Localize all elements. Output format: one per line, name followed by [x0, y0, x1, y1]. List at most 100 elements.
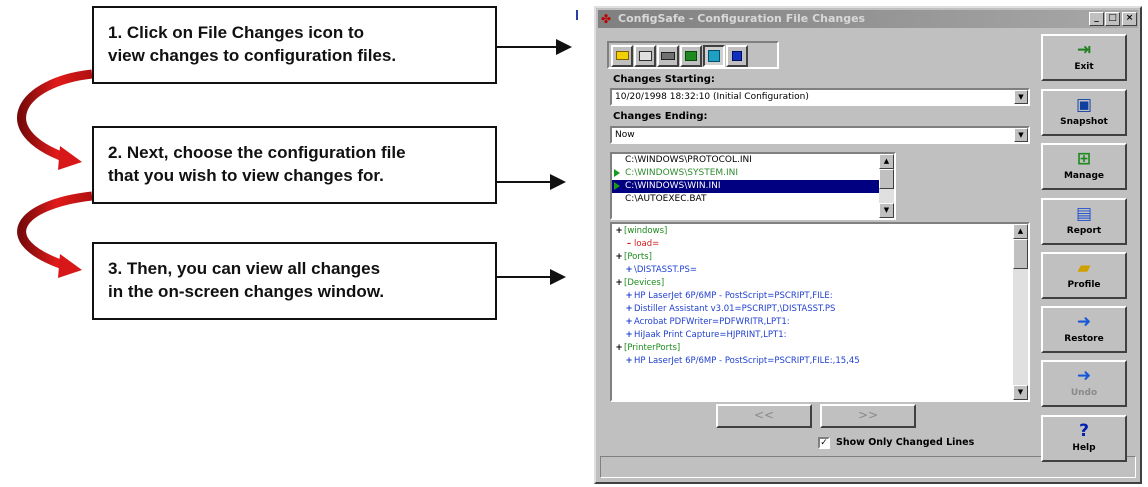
profile-button[interactable]: ▰ Profile — [1041, 252, 1127, 299]
scroll-up-icon[interactable]: ▲ — [879, 154, 894, 169]
printer-icon[interactable] — [634, 45, 656, 67]
changed-marker-icon — [614, 182, 620, 190]
button-label: Exit — [1074, 62, 1094, 72]
window-title: ConfigSafe - Configuration File Changes — [618, 12, 866, 25]
pointer-arrowhead-1 — [556, 39, 572, 55]
chevron-down-icon[interactable]: ▼ — [1014, 128, 1028, 142]
button-label: Restore — [1064, 334, 1104, 344]
undo-button[interactable]: ➜ Undo — [1041, 360, 1127, 407]
scroll-down-icon[interactable]: ▼ — [1013, 385, 1028, 400]
restore-button[interactable]: ➜ Restore — [1041, 306, 1127, 353]
change-line: +HiJaak Print Capture=HJPRINT,LPT1: — [612, 329, 1028, 342]
changes-starting-select[interactable]: 10/20/1998 18:32:10 (Initial Configurati… — [610, 88, 1030, 106]
change-line: +[Devices] — [612, 277, 1028, 290]
button-label: Profile — [1067, 280, 1101, 290]
change-text: \DISTASST.PS= — [634, 265, 697, 275]
scroll-thumb[interactable] — [1013, 239, 1028, 269]
added-marker-icon: + — [625, 330, 633, 340]
added-marker-icon: + — [625, 356, 633, 366]
added-marker-icon: + — [625, 291, 633, 301]
button-label: Snapshot — [1060, 117, 1108, 127]
changes-ending-label: Changes Ending: — [613, 111, 708, 122]
file-changes-icon[interactable] — [703, 45, 725, 67]
change-line: +HP LaserJet 6P/6MP - PostScript=PSCRIPT… — [612, 355, 1028, 368]
help-button[interactable]: ? Help — [1041, 415, 1127, 462]
close-button[interactable]: × — [1122, 12, 1137, 26]
keyboard-icon[interactable] — [657, 45, 679, 67]
network-icon[interactable] — [680, 45, 702, 67]
next-snapshot-button[interactable]: >> — [820, 404, 916, 428]
added-marker-icon: + — [615, 252, 623, 262]
network-icon: ⊞ — [1076, 149, 1092, 169]
change-line: +[windows] — [612, 225, 1028, 238]
change-line: +[PrinterPorts] — [612, 342, 1028, 355]
chevron-down-icon[interactable]: ▼ — [1014, 90, 1028, 104]
change-text: [Ports] — [624, 252, 652, 262]
pointer-arrowhead-3 — [550, 269, 566, 285]
changed-marker-icon — [614, 169, 620, 177]
previous-snapshot-button[interactable]: << — [716, 404, 812, 428]
report-icon: ▤ — [1075, 204, 1093, 224]
cursor-mark — [576, 10, 578, 20]
minimize-button[interactable]: _ — [1089, 12, 1104, 26]
manage-button[interactable]: ⊞ Manage — [1041, 143, 1127, 190]
scroll-thumb[interactable] — [879, 169, 894, 189]
restore-icon: ➜ — [1076, 312, 1092, 332]
camera-icon: ▣ — [1075, 95, 1093, 115]
scroll-up-icon[interactable]: ▲ — [1013, 224, 1028, 239]
file-list-item[interactable]: C:\AUTOEXEC.BAT — [612, 193, 894, 206]
show-only-changed-checkbox[interactable]: ✓ — [818, 437, 830, 449]
added-marker-icon: + — [625, 265, 633, 275]
file-name: C:\WINDOWS\WIN.INI — [625, 181, 721, 191]
file-name: C:\AUTOEXEC.BAT — [625, 194, 707, 204]
folder-icon[interactable] — [611, 45, 633, 67]
title-bar[interactable]: ✤ ConfigSafe - Configuration File Change… — [598, 10, 1138, 28]
maximize-button[interactable]: □ — [1105, 12, 1120, 26]
change-line: – load= — [612, 238, 1028, 251]
changes-ending-value: Now — [615, 130, 635, 140]
added-marker-icon: + — [625, 317, 633, 327]
report-button[interactable]: ▤ Report — [1041, 198, 1127, 245]
lock-icon[interactable] — [726, 45, 748, 67]
changes-ending-select[interactable]: Now ▼ — [610, 126, 1030, 144]
change-text: [PrinterPorts] — [624, 343, 681, 353]
file-list-item[interactable]: C:\WINDOWS\SYSTEM.INI — [612, 167, 894, 180]
file-name: C:\WINDOWS\SYSTEM.INI — [625, 168, 739, 178]
added-marker-icon: + — [615, 278, 623, 288]
show-only-changed-label: Show Only Changed Lines — [836, 437, 975, 448]
app-icon[interactable]: ✤ — [601, 13, 613, 25]
profile-icon: ▰ — [1077, 258, 1091, 278]
exit-icon: ⇥ — [1076, 40, 1092, 60]
toolbar — [607, 41, 779, 69]
undo-icon: ➜ — [1076, 366, 1092, 386]
changes-scrollbar[interactable]: ▲ ▼ — [1013, 224, 1028, 400]
added-marker-icon: + — [615, 226, 623, 236]
scroll-down-icon[interactable]: ▼ — [879, 203, 894, 218]
pointer-arrowhead-2 — [550, 174, 566, 190]
instruction-step-2: 2. Next, choose the configuration file t… — [92, 126, 497, 204]
change-text: [Devices] — [624, 278, 665, 288]
file-list-scrollbar[interactable]: ▲ ▼ — [879, 154, 894, 218]
change-line: +\DISTASST.PS= — [612, 264, 1028, 277]
button-label: Report — [1066, 226, 1102, 236]
snapshot-button[interactable]: ▣ Snapshot — [1041, 89, 1127, 136]
changes-starting-label: Changes Starting: — [613, 74, 715, 85]
changes-window[interactable]: +[windows] – load= +[Ports] +\DISTASST.PS= +[… — [610, 222, 1030, 402]
button-label: Manage — [1063, 171, 1105, 181]
change-text: [windows] — [624, 226, 668, 236]
change-text: HP LaserJet 6P/6MP - PostScript=PSCRIPT,… — [634, 356, 860, 366]
removed-marker-icon: – — [626, 239, 632, 249]
pointer-arrow-2 — [497, 181, 551, 183]
change-line: +HP LaserJet 6P/6MP - PostScript=PSCRIPT… — [612, 290, 1028, 303]
changes-starting-value: 10/20/1998 18:32:10 (Initial Configurati… — [615, 92, 809, 102]
instruction-step-3: 3. Then, you can view all changes in the… — [92, 242, 497, 320]
file-list-item[interactable]: C:\WINDOWS\WIN.INI — [612, 180, 894, 193]
config-file-list[interactable]: C:\WINDOWS\PROTOCOL.INI C:\WINDOWS\SYSTEM… — [610, 152, 896, 220]
change-text: load= — [634, 239, 660, 249]
file-name: C:\WINDOWS\PROTOCOL.INI — [625, 155, 752, 165]
change-text: HP LaserJet 6P/6MP - PostScript=PSCRIPT,… — [634, 291, 833, 301]
change-text: HiJaak Print Capture=HJPRINT,LPT1: — [634, 330, 787, 340]
change-line: +Acrobat PDFWriter=PDFWRITR,LPT1: — [612, 316, 1028, 329]
file-list-item[interactable]: C:\WINDOWS\PROTOCOL.INI — [612, 154, 894, 167]
exit-button[interactable]: ⇥ Exit — [1041, 34, 1127, 81]
